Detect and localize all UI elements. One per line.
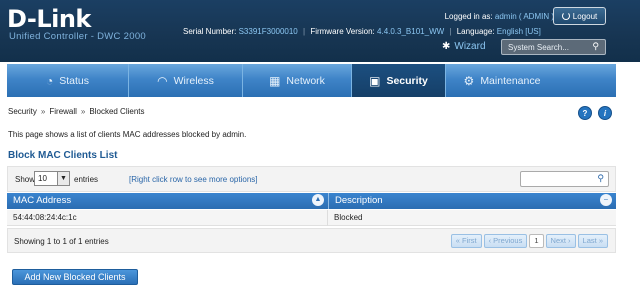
list-title: Block MAC Clients List [8, 150, 118, 161]
nav-wireless-label: Wireless [173, 74, 214, 87]
nav-wireless[interactable]: ◠ Wireless [129, 64, 243, 97]
nav-network[interactable]: ▦ Network [243, 64, 352, 97]
logout-button[interactable]: Logout [553, 7, 606, 25]
gears-icon: ⚙ [463, 73, 475, 88]
sort-neutral-icon[interactable]: – [600, 194, 612, 206]
wizard-label: Wizard [454, 41, 486, 52]
search-icon: ⚲ [597, 173, 604, 183]
table-footer: Showing 1 to 1 of 1 entries « First ‹ Pr… [7, 228, 616, 253]
breadcrumb: Security» Firewall» Blocked Clients [8, 107, 145, 116]
breadcrumb-separator: » [40, 107, 46, 116]
dlink-logo: D-Link [7, 5, 91, 33]
next-page-label: Next [550, 236, 566, 245]
breadcrumb-current: Blocked Clients [89, 107, 145, 116]
breadcrumb-separator: » [80, 107, 86, 116]
logged-in-user: admin ( ADMIN ) [494, 12, 554, 21]
serial-label: Serial Number: [183, 27, 237, 36]
language-select[interactable]: English [US] [497, 27, 541, 36]
entries-select-value: 10 [38, 174, 47, 183]
language-label: Language: [456, 27, 495, 36]
firmware-value: 4.4.0.3_B101_WW [377, 27, 445, 36]
table-toolbar: Show 10 ▼ entries [Right click row to se… [7, 166, 616, 192]
power-icon [561, 12, 570, 20]
network-icon: ▦ [269, 73, 281, 88]
help-icon[interactable]: ? [578, 106, 592, 120]
sort-up-icon[interactable]: ▲ [312, 194, 324, 206]
wand-icon: ✱ [442, 41, 451, 52]
previous-page-button[interactable]: ‹ Previous [483, 234, 528, 248]
breadcrumb-firewall[interactable]: Firewall [49, 107, 77, 116]
description-cell: Blocked [334, 213, 363, 222]
breadcrumb-security[interactable]: Security [8, 107, 37, 116]
app-header: D-Link Unified Controller - DWC 2000 Log… [0, 0, 640, 62]
page-number-button[interactable]: 1 [529, 234, 544, 248]
main-nav: ◔ Status ◠ Wireless ▦ Network ▣ Security… [7, 64, 616, 97]
table-row[interactable]: 54:44:08:24:4c:1c Blocked [7, 210, 616, 226]
gauge-icon: ◔ [45, 73, 54, 88]
divider: | [303, 27, 306, 36]
divider: | [449, 27, 452, 36]
logout-label: Logout [572, 11, 598, 21]
device-info: Serial Number: S3391F3000010 | Firmware … [183, 27, 541, 36]
pagination: « First ‹ Previous 1 Next › Last » [450, 234, 608, 248]
entries-label: entries [74, 175, 99, 184]
search-placeholder: System Search... [508, 42, 569, 52]
right-click-hint: [Right click row to see more options] [129, 175, 258, 184]
product-subtitle: Unified Controller - DWC 2000 [9, 31, 146, 42]
wifi-icon: ◠ [157, 73, 168, 88]
first-page-label: First [461, 236, 477, 245]
nav-status-label: Status [59, 74, 90, 87]
entries-select[interactable]: 10 ▼ [34, 171, 70, 186]
show-label: Show [15, 175, 36, 184]
column-description-label: Description [335, 195, 383, 206]
nav-security-label: Security [386, 74, 428, 87]
column-description[interactable]: Description [328, 193, 616, 209]
lock-icon: ▣ [369, 73, 381, 88]
system-search-input[interactable]: System Search... ⚲ [501, 39, 606, 55]
showing-info: Showing 1 to 1 of 1 entries [14, 237, 109, 246]
nav-status[interactable]: ◔ Status [7, 64, 129, 97]
nav-security[interactable]: ▣ Security [352, 64, 446, 97]
mac-address-cell: 54:44:08:24:4c:1c [13, 213, 77, 222]
add-blocked-client-button[interactable]: Add New Blocked Clients [12, 269, 138, 285]
previous-page-label: Previous [493, 236, 523, 245]
table-search-input[interactable]: ⚲ [520, 171, 609, 187]
firmware-label: Firmware Version: [310, 27, 375, 36]
chevron-down-icon: ▼ [57, 172, 69, 185]
first-page-button[interactable]: « First [450, 234, 482, 248]
info-icon[interactable]: i [598, 106, 612, 120]
last-page-label: Last [582, 236, 597, 245]
column-mac-address[interactable]: MAC Address [7, 193, 327, 209]
main-content: Security» Firewall» Blocked Clients ? i Th… [7, 97, 616, 307]
column-mac-address-label: MAC Address [13, 195, 72, 206]
last-page-button[interactable]: Last » [577, 234, 608, 248]
search-icon[interactable]: ⚲ [592, 41, 599, 52]
nav-maintenance[interactable]: ⚙ Maintenance [446, 64, 558, 97]
nav-network-label: Network [286, 74, 325, 87]
logged-in-label: Logged in as: [444, 12, 493, 21]
login-info: Logged in as: admin ( ADMIN ) [445, 12, 554, 21]
serial-value: S3391F3000010 [238, 27, 298, 36]
nav-maintenance-label: Maintenance [480, 74, 541, 87]
wizard-link[interactable]: ✱ Wizard [442, 41, 486, 52]
page-description: This page shows a list of clients MAC ad… [8, 130, 247, 139]
next-page-button[interactable]: Next › [545, 234, 576, 248]
table-header: MAC Address ▲ Description – [7, 193, 616, 209]
